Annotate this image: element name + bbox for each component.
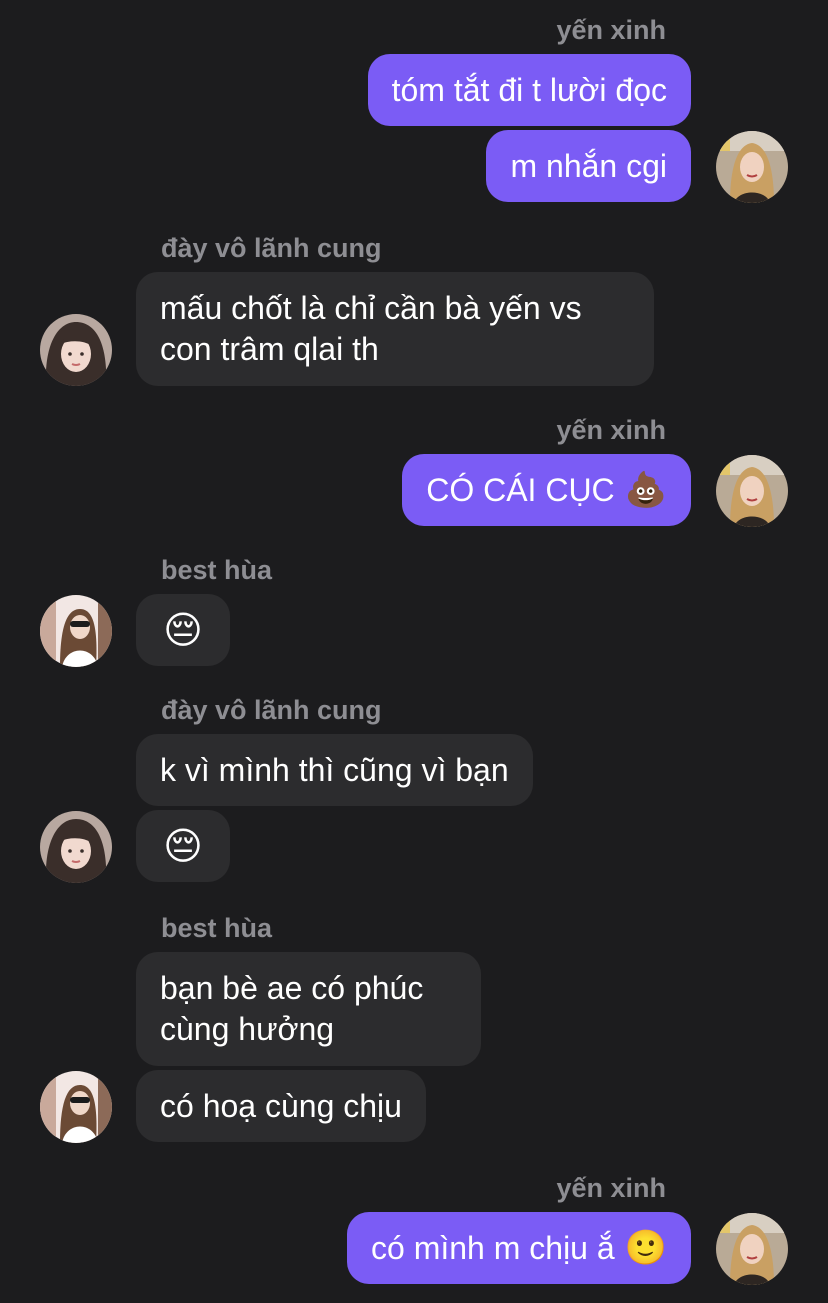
poop-emoji-icon: 💩 — [624, 469, 667, 510]
message-bubble-incoming[interactable]: 😔 — [136, 810, 230, 882]
avatar-best-hua[interactable] — [40, 595, 112, 667]
message-bubble-outgoing[interactable]: m nhắn cgi — [486, 130, 691, 202]
pensive-face-emoji-icon: 😔 — [163, 824, 203, 868]
avatar-best-hua[interactable] — [40, 1071, 112, 1143]
sender-name-day-vo-lanh-cung: đày vô lãnh cung — [161, 695, 382, 725]
avatar-yen-xinh[interactable] — [716, 1213, 788, 1285]
message-bubble-incoming[interactable]: 😔 — [136, 594, 230, 666]
message-text: k vì mình thì cũng vì bạn — [160, 751, 509, 788]
message-bubble-incoming[interactable]: mấu chốt là chỉ cần bà yến vs con trâm q… — [136, 272, 654, 386]
message-bubble-outgoing[interactable]: tóm tắt đi t lười đọc — [367, 54, 691, 126]
message-text: m nhắn cgi — [510, 147, 667, 184]
sender-name-yen-xinh: yến xinh — [556, 415, 666, 445]
sender-name-yen-xinh: yến xinh — [556, 1173, 666, 1203]
avatar-day-vo-lanh-cung[interactable] — [40, 314, 112, 386]
message-bubble-incoming[interactable]: có hoạ cùng chịu — [136, 1070, 426, 1142]
sender-name-yen-xinh: yến xinh — [556, 15, 666, 45]
message-text: có hoạ cùng chịu — [160, 1087, 402, 1124]
sender-name-best-hua: best hùa — [161, 913, 273, 943]
message-text: CÓ CÁI CỤC — [426, 471, 615, 508]
sender-name-day-vo-lanh-cung: đày vô lãnh cung — [161, 233, 382, 263]
sender-name-best-hua: best hùa — [161, 555, 273, 585]
message-bubble-outgoing[interactable]: có mình m chịu ắ 🙂 — [347, 1212, 691, 1284]
pensive-face-emoji-icon: 😔 — [163, 608, 203, 652]
message-text: bạn bè ae có phúc cùng hưởng — [160, 970, 424, 1047]
message-bubble-incoming[interactable]: k vì mình thì cũng vì bạn — [136, 734, 533, 806]
slightly-smiling-face-emoji-icon: 🙂 — [624, 1227, 667, 1268]
message-text: có mình m chịu ắ — [371, 1229, 615, 1266]
message-bubble-incoming[interactable]: bạn bè ae có phúc cùng hưởng — [136, 952, 481, 1066]
message-bubble-outgoing[interactable]: CÓ CÁI CỤC 💩 — [402, 454, 691, 526]
message-text: tóm tắt đi t lười đọc — [391, 71, 667, 108]
avatar-yen-xinh[interactable] — [716, 131, 788, 203]
avatar-yen-xinh[interactable] — [716, 455, 788, 527]
message-text: mấu chốt là chỉ cần bà yến vs con trâm q… — [160, 290, 582, 367]
avatar-day-vo-lanh-cung[interactable] — [40, 811, 112, 883]
